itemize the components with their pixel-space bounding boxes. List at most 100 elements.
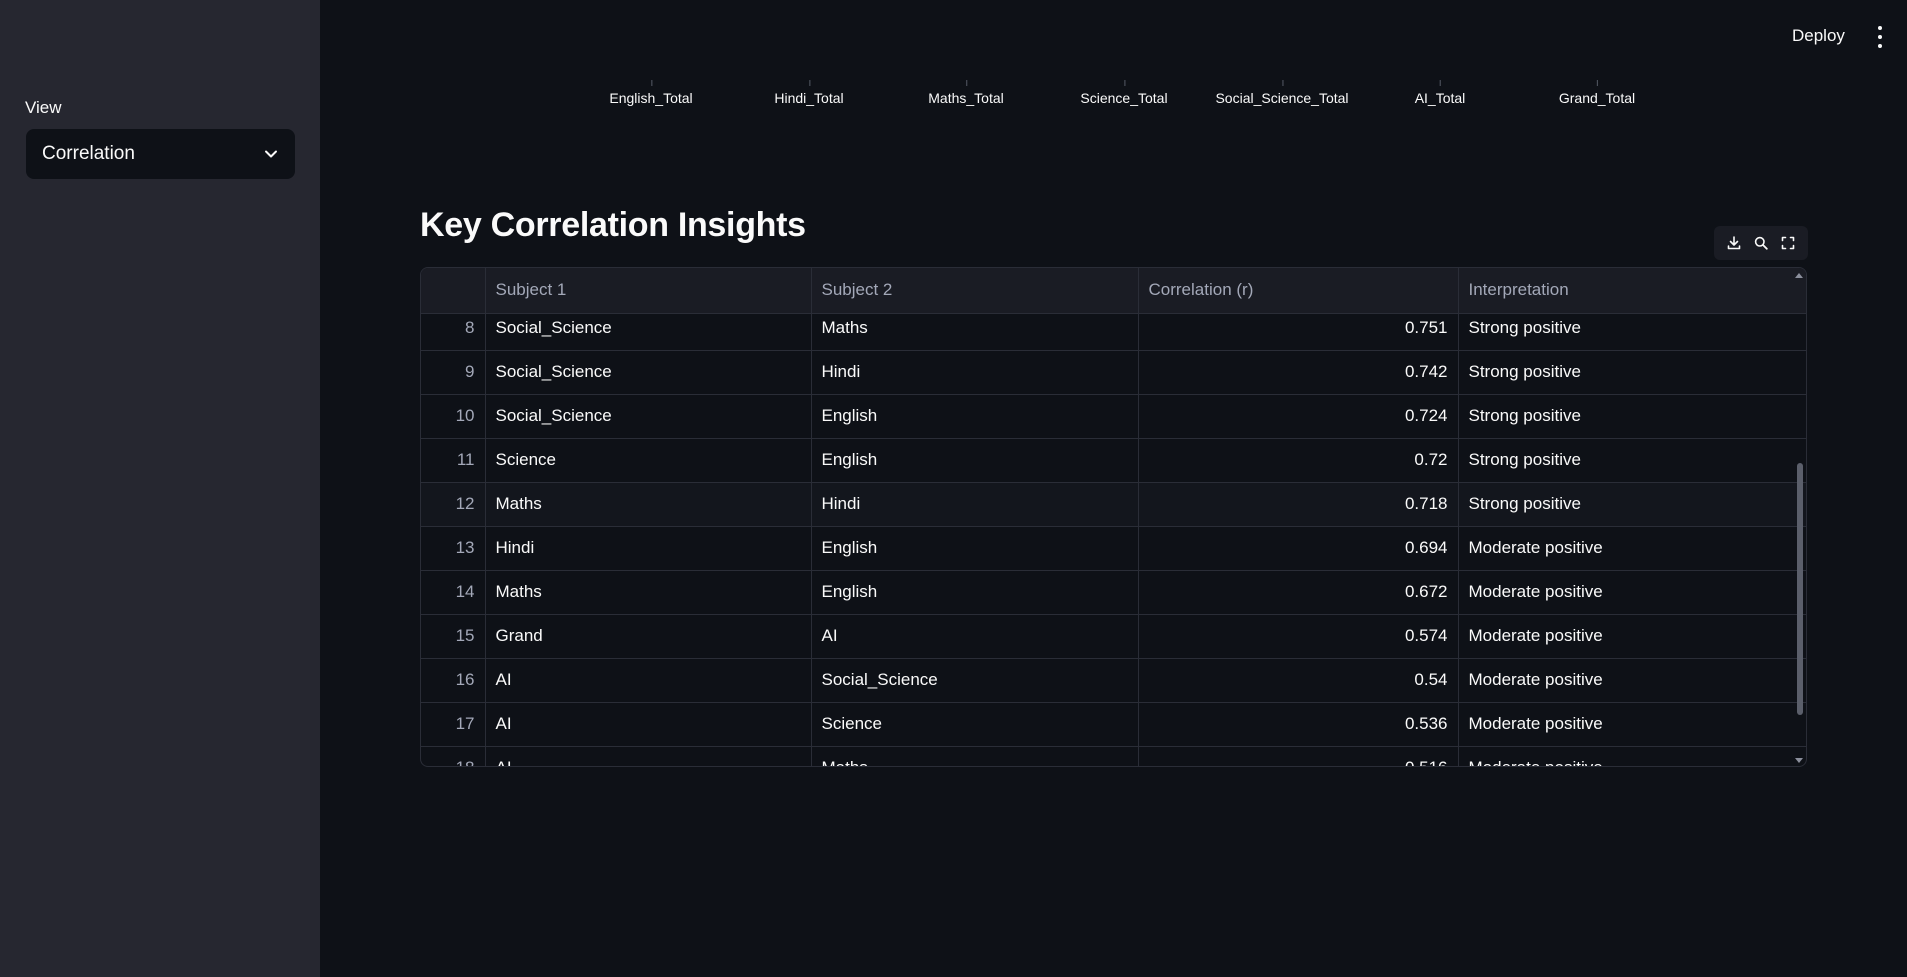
axis-label: Hindi_Total <box>774 80 844 106</box>
table-scrollbar[interactable] <box>1794 268 1806 766</box>
cell-interpretation[interactable]: Strong positive <box>1458 350 1806 395</box>
table-row[interactable]: 8 Social_Science Maths 0.751 Strong posi… <box>421 313 1806 351</box>
cell-correlation[interactable]: 0.694 <box>1138 526 1459 571</box>
cell-correlation[interactable]: 0.718 <box>1138 482 1459 527</box>
heatmap-axis-labels: English_Total Hindi_Total Maths_Total Sc… <box>560 80 1660 110</box>
table-toolbar <box>1714 226 1808 260</box>
cell-subject-2[interactable]: AI <box>811 614 1139 659</box>
fullscreen-icon[interactable] <box>1777 232 1799 254</box>
table-row[interactable]: 17 AI Science 0.536 Moderate positive <box>421 702 1806 747</box>
cell-interpretation[interactable]: Moderate positive <box>1458 526 1806 571</box>
table-row[interactable]: 9 Social_Science Hindi 0.742 Strong posi… <box>421 350 1806 395</box>
cell-correlation[interactable]: 0.54 <box>1138 658 1459 703</box>
cell-subject-1[interactable]: Social_Science <box>485 350 812 395</box>
download-icon[interactable] <box>1723 232 1745 254</box>
cell-subject-2[interactable]: Science <box>811 702 1139 747</box>
cell-interpretation[interactable]: Moderate positive <box>1458 702 1806 747</box>
cell-subject-1[interactable]: Science <box>485 438 812 483</box>
cell-correlation[interactable]: 0.672 <box>1138 570 1459 615</box>
chevron-down-icon <box>263 146 279 162</box>
cell-interpretation[interactable]: Moderate positive <box>1458 614 1806 659</box>
row-index: 10 <box>421 394 486 439</box>
cell-subject-2[interactable]: English <box>811 526 1139 571</box>
cell-subject-1[interactable]: Maths <box>485 482 812 527</box>
row-index: 13 <box>421 526 486 571</box>
table-body: 8 Social_Science Maths 0.751 Strong posi… <box>421 313 1806 766</box>
row-index: 9 <box>421 350 486 395</box>
cell-correlation[interactable]: 0.516 <box>1138 746 1459 766</box>
cell-subject-2[interactable]: Hindi <box>811 350 1139 395</box>
cell-interpretation[interactable]: Strong positive <box>1458 394 1806 439</box>
cell-subject-1[interactable]: Hindi <box>485 526 812 571</box>
column-header-index[interactable] <box>421 268 486 314</box>
cell-subject-2[interactable]: Maths <box>811 313 1139 351</box>
table-row[interactable]: 15 Grand AI 0.574 Moderate positive <box>421 614 1806 659</box>
section-title: Key Correlation Insights <box>420 206 806 244</box>
app-root: View Correlation Deploy English_Total Hi… <box>0 0 1907 977</box>
cell-correlation[interactable]: 0.72 <box>1138 438 1459 483</box>
axis-label: Science_Total <box>1080 80 1168 106</box>
main-menu-icon[interactable] <box>1872 26 1888 48</box>
row-index: 11 <box>421 438 486 483</box>
column-header-interpretation[interactable]: Interpretation <box>1458 268 1806 314</box>
cell-subject-2[interactable]: English <box>811 394 1139 439</box>
row-index: 18 <box>421 746 486 766</box>
cell-correlation[interactable]: 0.724 <box>1138 394 1459 439</box>
cell-interpretation[interactable]: Moderate positive <box>1458 658 1806 703</box>
table-row[interactable]: 18 AI Maths 0.516 Moderate positive <box>421 746 1806 766</box>
axis-label: Maths_Total <box>928 80 1004 106</box>
cell-subject-2[interactable]: English <box>811 570 1139 615</box>
row-index: 16 <box>421 658 486 703</box>
table-row[interactable]: 11 Science English 0.72 Strong positive <box>421 438 1806 483</box>
cell-interpretation[interactable]: Moderate positive <box>1458 570 1806 615</box>
cell-subject-1[interactable]: AI <box>485 702 812 747</box>
cell-subject-2[interactable]: Maths <box>811 746 1139 766</box>
search-icon[interactable] <box>1750 232 1772 254</box>
cell-subject-2[interactable]: English <box>811 438 1139 483</box>
table-row[interactable]: 16 AI Social_Science 0.54 Moderate posit… <box>421 658 1806 703</box>
cell-subject-2[interactable]: Social_Science <box>811 658 1139 703</box>
cell-interpretation[interactable]: Moderate positive <box>1458 746 1806 766</box>
axis-label: English_Total <box>609 80 693 106</box>
table-body-viewport: 8 Social_Science Maths 0.751 Strong posi… <box>421 313 1806 766</box>
cell-subject-1[interactable]: AI <box>485 746 812 766</box>
column-header-correlation[interactable]: Correlation (r) <box>1138 268 1459 314</box>
row-index: 14 <box>421 570 486 615</box>
cell-correlation[interactable]: 0.574 <box>1138 614 1459 659</box>
cell-interpretation[interactable]: Strong positive <box>1458 313 1806 351</box>
row-index: 17 <box>421 702 486 747</box>
axis-label: Social_Science_Total <box>1215 80 1349 106</box>
cell-subject-1[interactable]: Social_Science <box>485 394 812 439</box>
cell-subject-2[interactable]: Hindi <box>811 482 1139 527</box>
view-select-value: Correlation <box>42 143 135 164</box>
deploy-button[interactable]: Deploy <box>1786 24 1851 48</box>
table-row[interactable]: 13 Hindi English 0.694 Moderate positive <box>421 526 1806 571</box>
column-header-subject-1[interactable]: Subject 1 <box>485 268 812 314</box>
axis-label: AI_Total <box>1415 80 1465 106</box>
cell-subject-1[interactable]: Grand <box>485 614 812 659</box>
correlation-table[interactable]: Subject 1 Subject 2 Correlation (r) Inte… <box>420 267 1807 767</box>
table-row[interactable]: 12 Maths Hindi 0.718 Strong positive <box>421 482 1806 527</box>
cell-correlation[interactable]: 0.742 <box>1138 350 1459 395</box>
view-label: View <box>25 98 62 117</box>
cell-correlation[interactable]: 0.536 <box>1138 702 1459 747</box>
cell-interpretation[interactable]: Strong positive <box>1458 438 1806 483</box>
sidebar: View Correlation <box>0 0 320 977</box>
scroll-up-icon[interactable] <box>1795 273 1803 278</box>
row-index: 12 <box>421 482 486 527</box>
scrollbar-thumb[interactable] <box>1797 463 1803 715</box>
table-header: Subject 1 Subject 2 Correlation (r) Inte… <box>421 268 1806 314</box>
row-index: 8 <box>421 313 486 351</box>
cell-subject-1[interactable]: Maths <box>485 570 812 615</box>
row-index: 15 <box>421 614 486 659</box>
cell-correlation[interactable]: 0.751 <box>1138 313 1459 351</box>
table-row[interactable]: 14 Maths English 0.672 Moderate positive <box>421 570 1806 615</box>
axis-label: Grand_Total <box>1559 80 1635 106</box>
cell-subject-1[interactable]: Social_Science <box>485 313 812 351</box>
column-header-subject-2[interactable]: Subject 2 <box>811 268 1139 314</box>
cell-interpretation[interactable]: Strong positive <box>1458 482 1806 527</box>
view-select[interactable]: Correlation <box>26 129 295 179</box>
table-row[interactable]: 10 Social_Science English 0.724 Strong p… <box>421 394 1806 439</box>
scroll-down-icon[interactable] <box>1795 758 1803 763</box>
cell-subject-1[interactable]: AI <box>485 658 812 703</box>
